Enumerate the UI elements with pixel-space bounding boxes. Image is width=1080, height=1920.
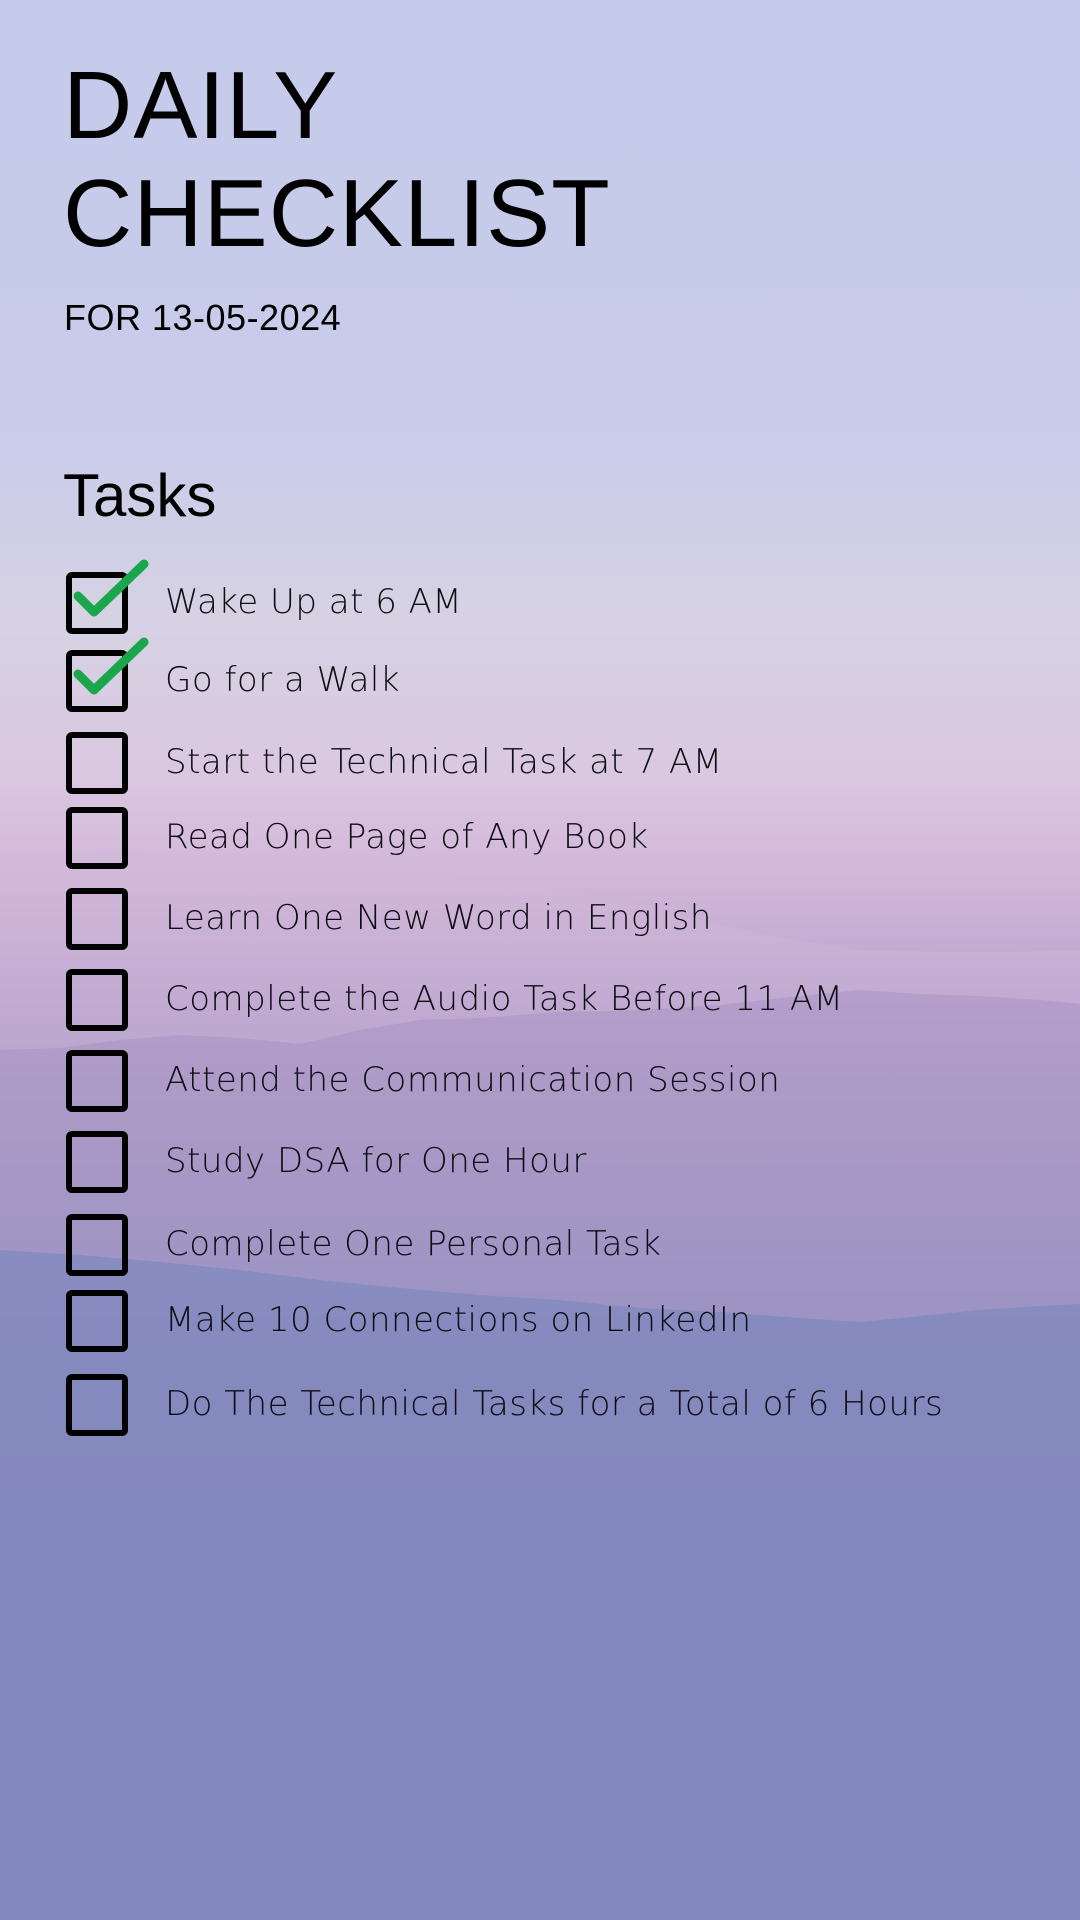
task-list: Wake Up at 6 AM Go for a Walk Start the … bbox=[0, 0, 1080, 1920]
checkbox-icon[interactable] bbox=[66, 572, 128, 634]
task-item-audio-task[interactable]: Complete the Audio Task Before 11 AM bbox=[0, 969, 1080, 1031]
checkbox-icon[interactable] bbox=[66, 1374, 128, 1436]
checkbox-icon[interactable] bbox=[66, 732, 128, 794]
task-label: Study DSA for One Hour bbox=[165, 1141, 587, 1181]
task-item-wake-up[interactable]: Wake Up at 6 AM bbox=[0, 559, 1080, 634]
checkbox-icon[interactable] bbox=[66, 807, 128, 869]
task-label: Make 10 Connections on LinkedIn bbox=[165, 1300, 752, 1340]
task-label: Complete the Audio Task Before 11 AM bbox=[165, 979, 844, 1019]
task-item-technical-task[interactable]: Start the Technical Task at 7 AM bbox=[0, 732, 1080, 794]
checkbox-icon[interactable] bbox=[66, 888, 128, 950]
checkbox-icon[interactable] bbox=[66, 1050, 128, 1112]
task-item-communication-session[interactable]: Attend the Communication Session bbox=[0, 1050, 1080, 1112]
checkbox-icon[interactable] bbox=[66, 1214, 128, 1276]
task-item-learn-word[interactable]: Learn One New Word in English bbox=[0, 888, 1080, 950]
checkbox-icon[interactable] bbox=[66, 969, 128, 1031]
checkbox-icon[interactable] bbox=[66, 1290, 128, 1352]
task-label: Attend the Communication Session bbox=[165, 1060, 781, 1100]
task-item-linkedin-connections[interactable]: Make 10 Connections on LinkedIn bbox=[0, 1290, 1080, 1352]
checklist-page: DAILY CHECKLIST FOR 13-05-2024 Tasks Wak… bbox=[0, 0, 1080, 1920]
task-label: Start the Technical Task at 7 AM bbox=[165, 742, 723, 782]
task-label: Wake Up at 6 AM bbox=[165, 582, 463, 622]
task-label: Read One Page of Any Book bbox=[165, 817, 649, 857]
task-label: Do The Technical Tasks for a Total of 6 … bbox=[165, 1384, 944, 1424]
task-item-read-book[interactable]: Read One Page of Any Book bbox=[0, 807, 1080, 869]
checkbox-icon[interactable] bbox=[66, 1131, 128, 1193]
task-item-study-dsa[interactable]: Study DSA for One Hour bbox=[0, 1131, 1080, 1193]
task-label: Complete One Personal Task bbox=[165, 1224, 662, 1264]
task-item-technical-hours[interactable]: Do The Technical Tasks for a Total of 6 … bbox=[0, 1374, 1080, 1436]
task-label: Go for a Walk bbox=[165, 660, 401, 700]
task-label: Learn One New Word in English bbox=[165, 898, 712, 938]
task-item-personal-task[interactable]: Complete One Personal Task bbox=[0, 1214, 1080, 1276]
checkbox-icon[interactable] bbox=[66, 650, 128, 712]
task-item-walk[interactable]: Go for a Walk bbox=[0, 637, 1080, 712]
